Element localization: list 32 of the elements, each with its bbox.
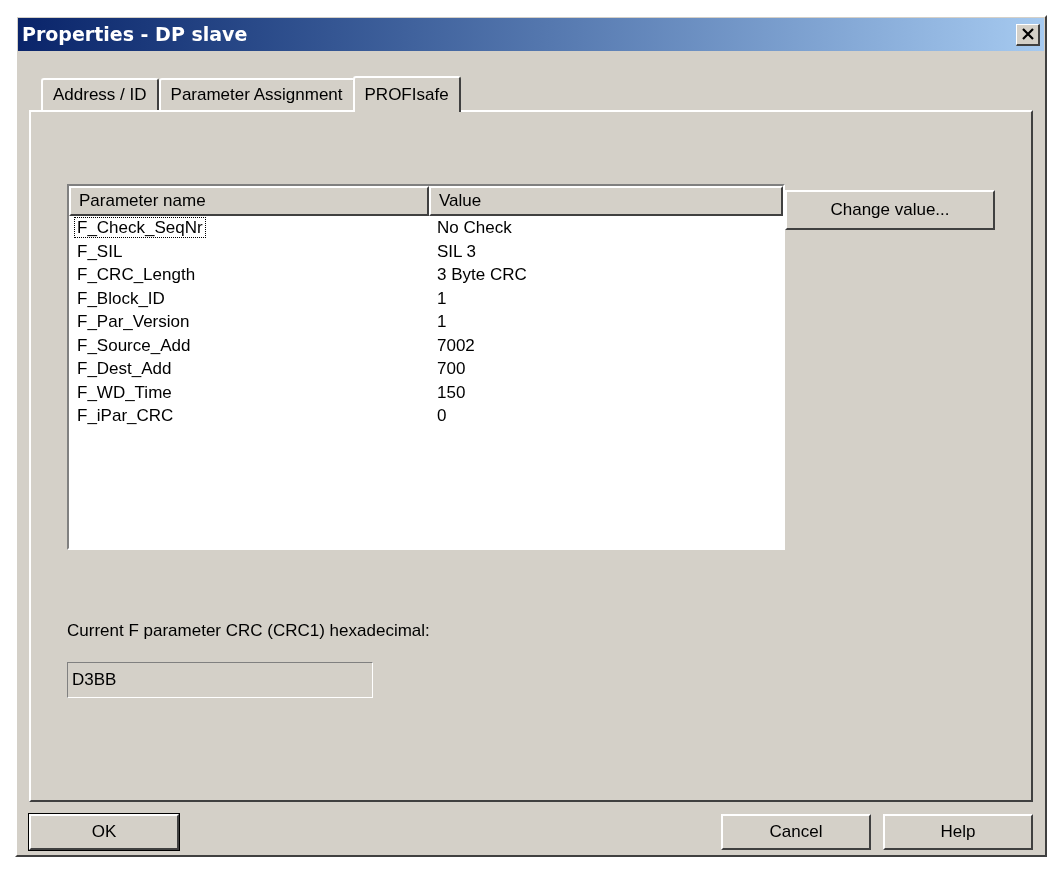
parameter-name[interactable]: F_Check_SeqNr xyxy=(75,218,205,237)
close-button[interactable] xyxy=(1016,23,1040,46)
parameter-value: 3 Byte CRC xyxy=(436,264,527,286)
tab[interactable]: Address / ID xyxy=(41,78,159,110)
column-header[interactable]: Parameter name xyxy=(69,186,429,216)
parameter-value: 0 xyxy=(436,405,447,427)
parameter-value: No Check xyxy=(436,217,512,239)
parameter-name[interactable]: F_SIL xyxy=(75,241,125,261)
column-header[interactable]: Value xyxy=(429,186,783,216)
parameter-value: 1 xyxy=(436,311,447,333)
tab[interactable]: Parameter Assignment xyxy=(158,78,355,110)
parameter-name[interactable]: F_Source_Add xyxy=(75,335,193,355)
parameter-value: SIL 3 xyxy=(436,240,477,263)
cancel-button[interactable]: Cancel xyxy=(721,814,871,850)
parameter-value: 7002 xyxy=(436,334,475,357)
ok-button[interactable]: OK xyxy=(29,814,179,850)
crc-label: Current F parameter CRC (CRC1) hexadecimal: xyxy=(67,620,431,642)
parameter-value: 700 xyxy=(436,358,466,380)
parameter-value: 1 xyxy=(436,287,447,310)
parameter-name[interactable]: F_CRC_Length xyxy=(75,265,198,284)
parameter-name[interactable]: F_WD_Time xyxy=(75,382,174,402)
parameter-name[interactable]: F_Dest_Add xyxy=(75,359,174,378)
close-icon xyxy=(1021,28,1034,40)
parameter-value: 150 xyxy=(436,381,466,404)
window-title: Properties - DP slave xyxy=(22,22,248,48)
tab[interactable]: PROFIsafe xyxy=(352,76,461,112)
parameter-name[interactable]: F_Par_Version xyxy=(75,312,192,331)
crc-field[interactable]: D3BB xyxy=(67,661,373,698)
parameter-name[interactable]: F_iPar_CRC xyxy=(75,406,176,425)
parameter-name[interactable]: F_Block_ID xyxy=(75,288,167,308)
change-value-button[interactable]: Change value... xyxy=(785,190,995,230)
help-button[interactable]: Help xyxy=(883,814,1033,850)
